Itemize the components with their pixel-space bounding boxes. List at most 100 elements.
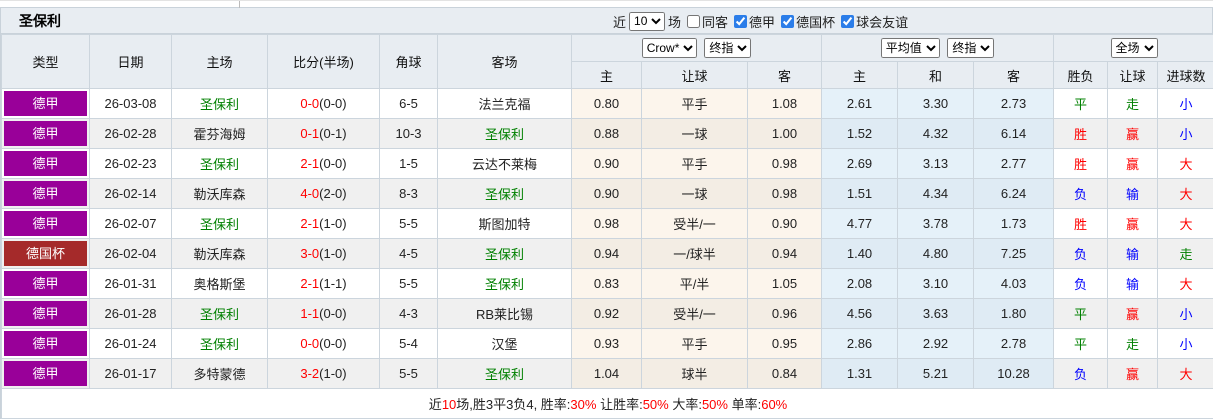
result-goals: 大 (1157, 178, 1213, 209)
league-type-cell: 德甲 (1, 148, 90, 179)
col-header-result-handicap: 让球 (1107, 61, 1159, 89)
summary-seg: 单率: (727, 397, 762, 412)
club-friendly-checkbox[interactable] (841, 14, 855, 28)
checkbox-club-friendly[interactable]: 球会友谊 (835, 12, 908, 31)
bookmaker-select[interactable]: Crow* (641, 38, 697, 58)
col-header-type: 类型 (1, 34, 90, 89)
col-header-corners: 角球 (379, 34, 438, 89)
summary-value: 60% (761, 397, 788, 412)
halftime-score: (0-0) (319, 156, 347, 171)
halftime-score: (0-1) (319, 126, 347, 141)
fulltime-score: 1-1 (300, 306, 320, 321)
corners: 5-4 (379, 328, 438, 359)
period-select[interactable]: 全场 (1110, 38, 1158, 58)
result-goals: 大 (1157, 208, 1213, 239)
away-team: 汉堡 (437, 328, 572, 359)
top-strip (0, 0, 1213, 8)
league-type-cell: 德国杯 (1, 238, 90, 269)
col-header-date: 日期 (89, 34, 172, 89)
avg-draw-odds: 5.21 (897, 358, 975, 389)
avg-home-odds: 1.52 (821, 118, 899, 149)
checkbox-bundesliga[interactable]: 德甲 (728, 12, 775, 31)
match-date: 26-02-07 (89, 208, 172, 239)
match-row: 德甲 26-01-31 奥格斯堡 2-1(1-1) 5-5 圣保利 0.83 平… (1, 268, 1213, 299)
avg-odds-stage-select[interactable]: 终指 (947, 38, 995, 58)
match-row: 德甲 26-01-28 圣保利 1-1(0-0) 4-3 RB莱比锡 0.92 … (1, 298, 1213, 329)
fulltime-score: 2-1 (300, 156, 320, 171)
halftime-score: (1-0) (319, 246, 347, 261)
away-team: 圣保利 (437, 118, 572, 149)
match-row: 德甲 26-02-28 霍芬海姆 0-1(0-1) 10-3 圣保利 0.88 … (1, 118, 1213, 149)
result-handicap: 赢 (1107, 148, 1159, 179)
avg-home-odds: 4.77 (821, 208, 899, 239)
col-header-result-wdl: 胜负 (1053, 61, 1109, 89)
dfb-pokal-checkbox[interactable] (781, 14, 795, 28)
bundesliga-checkbox[interactable] (734, 14, 748, 28)
crow-odds-stage-select[interactable]: 终指 (704, 38, 752, 58)
result-goals: 大 (1157, 358, 1213, 389)
recent-matches-table: 类型 日期 主场 比分(半场) 角球 客场 Crow* 终指 平均值 终指 全场 (0, 34, 1213, 419)
away-team: 法兰克福 (437, 88, 572, 119)
avg-away-odds: 6.24 (973, 178, 1055, 209)
crow-away-odds: 0.90 (746, 208, 823, 239)
league-type-cell: 德甲 (1, 118, 90, 149)
fulltime-score: 3-0 (300, 246, 320, 261)
result-wdl: 负 (1053, 358, 1109, 389)
page-title: 圣保利 (19, 12, 61, 29)
match-date: 26-02-28 (89, 118, 172, 149)
crow-handicap: 一球 (641, 118, 748, 149)
summary-row: 近10场,胜3平3负4, 胜率:30% 让胜率:50% 大率:50% 单率:60… (0, 388, 1213, 419)
crow-home-odds: 0.88 (571, 118, 642, 149)
summary-text: 近10场,胜3平3负4, 胜率:30% 让胜率:50% 大率:50% 单率:60… (429, 397, 787, 412)
avg-draw-odds: 4.34 (897, 178, 975, 209)
score: 0-0(0-0) (267, 88, 380, 119)
result-wdl: 平 (1053, 88, 1109, 119)
away-team: 云达不莱梅 (437, 148, 572, 179)
league-type-cell: 德甲 (1, 178, 90, 209)
avg-away-odds: 4.03 (973, 268, 1055, 299)
league-type-cell: 德甲 (1, 298, 90, 329)
halftime-score: (0-0) (319, 336, 347, 351)
avg-source-select[interactable]: 平均值 (880, 38, 940, 58)
same-venue-checkbox[interactable] (687, 14, 701, 28)
league-badge: 德甲 (4, 301, 87, 326)
avg-away-odds: 10.28 (973, 358, 1055, 389)
avg-home-odds: 2.69 (821, 148, 899, 179)
col-header-crow-handicap: 让球 (641, 61, 748, 89)
crow-home-odds: 0.80 (571, 88, 642, 119)
league-badge: 德甲 (4, 91, 87, 116)
crow-home-odds: 0.92 (571, 298, 642, 329)
league-badge: 德甲 (4, 151, 87, 176)
checkbox-same-venue[interactable]: 同客 (681, 12, 728, 31)
checkbox-label: 德甲 (749, 14, 776, 30)
match-row: 德甲 26-02-23 圣保利 2-1(0-0) 1-5 云达不莱梅 0.90 … (1, 148, 1213, 179)
checkbox-dfb-pokal[interactable]: 德国杯 (775, 12, 835, 31)
halftime-score: (2-0) (319, 186, 347, 201)
avg-home-odds: 2.61 (821, 88, 899, 119)
summary-seg: 场,胜3平3负4, 胜率: (456, 397, 571, 412)
home-team: 霍芬海姆 (171, 118, 268, 149)
col-header-avg-away: 客 (973, 61, 1055, 89)
score: 0-1(0-1) (267, 118, 380, 149)
halftime-score: (0-0) (319, 96, 347, 111)
avg-home-odds: 1.51 (821, 178, 899, 209)
crow-handicap: 平/半 (641, 268, 748, 299)
score: 3-0(1-0) (267, 238, 380, 269)
match-date: 26-01-28 (89, 298, 172, 329)
league-badge: 德甲 (4, 361, 87, 386)
col-header-home: 主场 (171, 34, 268, 89)
corners: 4-5 (379, 238, 438, 269)
recent-matches-panel: 圣保利 近 10 场 同客 德甲 德国杯 球会友谊 类型 日期 主场 比分(半场… (0, 7, 1213, 419)
match-date: 26-01-24 (89, 328, 172, 359)
avg-draw-odds: 4.32 (897, 118, 975, 149)
avg-away-odds: 7.25 (973, 238, 1055, 269)
result-goals: 小 (1157, 298, 1213, 329)
match-date: 26-02-04 (89, 238, 172, 269)
score: 2-1(1-1) (267, 268, 380, 299)
fulltime-score: 0-0 (300, 96, 320, 111)
crow-away-odds: 0.84 (746, 358, 823, 389)
result-handicap: 走 (1107, 328, 1159, 359)
col-header-avg-draw: 和 (897, 61, 975, 89)
away-team: 圣保利 (437, 268, 572, 299)
games-count-select[interactable]: 10 (629, 11, 666, 31)
